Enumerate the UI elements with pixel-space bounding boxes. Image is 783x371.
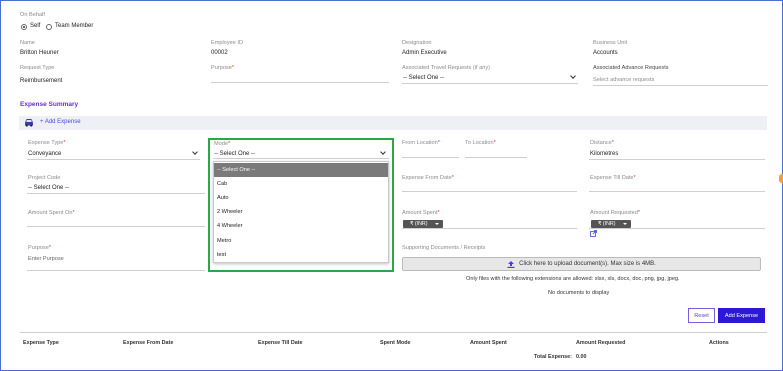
name-value: Britton Heuner: [20, 50, 59, 56]
distance-label: Distance*: [590, 140, 614, 146]
designation-value: Admin Executive: [402, 50, 447, 56]
radio-team-member[interactable]: [46, 24, 52, 30]
caret-down-icon: [435, 223, 439, 225]
expense-till-date-label: Expense Till Date*: [590, 175, 636, 181]
expense-from-date-label: Expense From Date*: [402, 175, 454, 181]
amount-spent-currency[interactable]: ₹ (INR): [403, 220, 443, 228]
amount-requested-input[interactable]: [589, 228, 765, 229]
total-expense-label: Total Expense:: [534, 354, 572, 360]
from-location-input[interactable]: [402, 157, 459, 158]
upload-icon: [507, 260, 515, 268]
add-expense-link[interactable]: + Add Expense: [40, 119, 81, 125]
mode-option[interactable]: -- Select One --: [214, 163, 388, 177]
request-type-value: Reimbursement: [20, 78, 63, 84]
allowed-extensions-note: Only files with the following extensions…: [466, 276, 680, 282]
radio-team-member-label[interactable]: Team Member: [55, 23, 93, 29]
mode-option[interactable]: test: [214, 248, 388, 262]
purpose-label: Purpose*: [28, 245, 52, 251]
purpose-underline: [27, 270, 205, 271]
project-code-underline: [27, 193, 205, 194]
table-header-spent-mode: Spent Mode: [380, 340, 411, 346]
to-location-label: To Location*: [465, 140, 496, 146]
designation-label: Designation: [402, 40, 432, 46]
employee-id-label: Employee ID: [211, 40, 244, 46]
car-icon: [25, 119, 33, 127]
expense-from-date-input[interactable]: [402, 191, 577, 192]
amount-spent-on-input[interactable]: [27, 226, 205, 227]
employee-id-value: 00002: [211, 50, 228, 56]
expense-type-label: Expense Type*: [28, 140, 66, 146]
mode-dropdown-list: -- Select One -- Cab Auto 2 Wheeler 4 Wh…: [213, 161, 389, 263]
table-header-from-date: Expense From Date: [123, 340, 174, 346]
radio-self-label[interactable]: Self: [30, 23, 40, 29]
expense-type-underline: [27, 159, 200, 160]
project-code-select[interactable]: -- Select One --: [28, 185, 69, 191]
amount-requested-label: Amount Requested*: [590, 210, 641, 216]
mode-option[interactable]: Auto: [214, 191, 388, 205]
amount-spent-currency-text: ₹ (INR): [410, 221, 428, 227]
travel-requests-underline: [402, 83, 578, 84]
total-expense-value: 0.00: [576, 354, 587, 360]
expense-till-date-input[interactable]: [589, 191, 765, 192]
travel-requests-label: Associated Travel Requests (if any): [402, 65, 490, 71]
add-expense-button[interactable]: Add Expense: [718, 308, 765, 323]
amount-spent-on-label: Amount Spent On*: [28, 210, 75, 216]
advance-requests-underline: [593, 85, 768, 86]
supporting-docs-label: Supporting Documents / Receipts: [402, 245, 486, 251]
table-header-amount-spent: Amount Spent: [470, 340, 507, 346]
request-purpose-input[interactable]: [211, 82, 389, 83]
request-purpose-label: Purpose*: [211, 65, 235, 71]
project-code-label: Project Code: [28, 175, 61, 181]
mode-option[interactable]: 4 Wheeler: [214, 219, 388, 233]
reset-button[interactable]: Reset: [688, 308, 715, 323]
upload-button[interactable]: Click here to upload document(s). Max si…: [402, 257, 761, 271]
name-label: Name: [20, 40, 35, 46]
amount-requested-currency[interactable]: ₹ (INR): [591, 220, 631, 228]
amount-requested-currency-text: ₹ (INR): [598, 221, 616, 227]
to-location-input[interactable]: [465, 157, 527, 158]
table-top-border: [20, 332, 767, 333]
table-header-till-date: Expense Till Date: [258, 340, 303, 346]
business-unit-value: Accounts: [593, 50, 618, 56]
upload-button-label: Click here to upload document(s). Max si…: [519, 261, 656, 267]
expense-summary-title: Expense Summary: [20, 101, 79, 108]
radio-self[interactable]: [21, 24, 27, 30]
mode-select[interactable]: -- Select One --: [214, 151, 255, 157]
table-header-expense-type: Expense Type: [23, 340, 59, 346]
scroll-indicator[interactable]: [779, 174, 783, 183]
on-behalf-label: On Behalf: [20, 12, 45, 18]
distance-input[interactable]: [589, 159, 765, 160]
add-expense-bar: [19, 116, 767, 130]
distance-unit: Kilometres: [590, 151, 619, 157]
mode-option[interactable]: 2 Wheeler: [214, 205, 388, 219]
request-type-label: Request Type: [20, 65, 55, 71]
amount-spent-label: Amount Spent*: [402, 210, 440, 216]
table-header-actions: Actions: [709, 340, 729, 346]
expense-type-select[interactable]: Conveyance: [28, 151, 61, 157]
no-documents-text: No documents to display: [548, 290, 610, 296]
business-unit-label: Business Unit: [593, 40, 628, 46]
from-location-label: From Location*: [402, 140, 440, 146]
mode-option[interactable]: Metro: [214, 234, 388, 248]
mode-underline: [213, 158, 389, 159]
caret-down-icon: [623, 223, 627, 225]
advance-requests-input[interactable]: Select advance requests: [593, 77, 654, 83]
external-link-icon[interactable]: [590, 230, 597, 237]
mode-label: Mode*: [214, 141, 231, 147]
advance-requests-label: Associated Advance Requests: [593, 65, 669, 71]
purpose-input[interactable]: Enter Purpose: [28, 256, 64, 262]
amount-spent-input[interactable]: [402, 228, 577, 229]
table-header-amount-requested: Amount Requested: [576, 340, 626, 346]
mode-option[interactable]: Cab: [214, 177, 388, 191]
travel-requests-select[interactable]: -- Select One --: [403, 75, 444, 81]
